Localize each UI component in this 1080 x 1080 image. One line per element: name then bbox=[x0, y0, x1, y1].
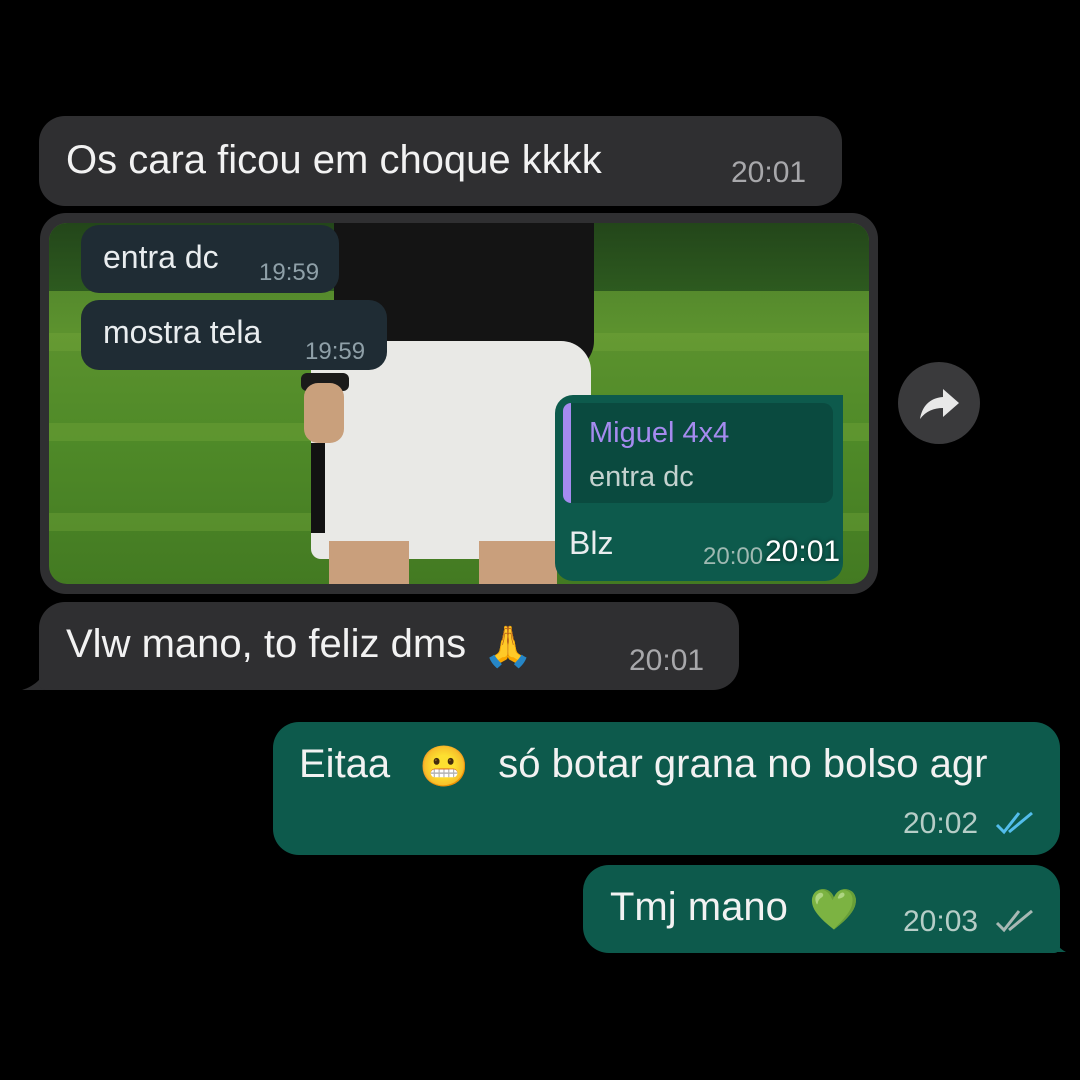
screenshot-message-text: mostra tela bbox=[103, 314, 262, 350]
photo-shorts bbox=[311, 341, 591, 559]
forward-button[interactable] bbox=[898, 362, 980, 444]
incoming-message-bubble[interactable]: Vlw mano, to feliz dms 🙏 20:01 bbox=[39, 602, 739, 690]
screenshot-incoming-bubble: mostra tela 19:59 bbox=[81, 300, 387, 370]
quote-accent-bar bbox=[563, 403, 571, 503]
quote-text: entra dc bbox=[589, 461, 694, 493]
message-text-content: Eitaa bbox=[299, 742, 391, 786]
photo-leg bbox=[479, 541, 557, 584]
screenshot-message-time: 19:59 bbox=[305, 338, 366, 365]
outgoing-message-bubble[interactable]: Tmj mano 💚 20:03 bbox=[583, 865, 1060, 953]
screenshot-message-text: entra dc bbox=[103, 239, 219, 275]
screenshot-quoted-message: Miguel 4x4 entra dc bbox=[563, 403, 833, 503]
message-text-content: Tmj mano bbox=[610, 885, 788, 929]
double-check-icon bbox=[995, 909, 1033, 933]
grimacing-face-emoji: 😬 bbox=[419, 744, 470, 789]
bubble-tail bbox=[1048, 928, 1066, 952]
quote-author: Miguel 4x4 bbox=[589, 417, 730, 449]
message-text-content: Vlw mano, to feliz dms bbox=[66, 622, 467, 666]
image-attachment[interactable]: entra dc 19:59 mostra tela 19:59 Miguel … bbox=[49, 223, 869, 584]
double-check-icon bbox=[995, 811, 1033, 835]
message-text: Eitaa 😬 só botar grana no bolso agr bbox=[299, 742, 987, 790]
message-time: 20:02 bbox=[903, 807, 979, 840]
message-text-content: só botar grana no bolso agr bbox=[498, 742, 988, 786]
green-heart-emoji: 💚 bbox=[808, 887, 859, 932]
screenshot-incoming-bubble: entra dc 19:59 bbox=[81, 225, 339, 293]
screenshot-message-time: 20:00 bbox=[703, 543, 764, 570]
outgoing-message-bubble[interactable]: Eitaa 😬 só botar grana no bolso agr 20:0… bbox=[273, 722, 1060, 855]
forward-arrow-icon bbox=[920, 389, 959, 419]
message-time: 20:01 bbox=[629, 644, 705, 677]
screenshot-message-text: Blz bbox=[569, 525, 614, 561]
photo-hand bbox=[304, 383, 344, 443]
message-text: Tmj mano 💚 bbox=[610, 885, 859, 933]
incoming-message-bubble[interactable]: Os cara ficou em choque kkkk 20:01 bbox=[39, 116, 842, 206]
message-time: 20:01 bbox=[731, 156, 807, 189]
message-text: Vlw mano, to feliz dms 🙏 bbox=[66, 622, 533, 670]
message-time: 20:03 bbox=[903, 905, 979, 938]
photo-shorts-stripe bbox=[311, 443, 325, 533]
photo-leg bbox=[329, 541, 409, 584]
folded-hands-emoji: 🙏 bbox=[483, 624, 534, 669]
message-text: Os cara ficou em choque kkkk bbox=[66, 138, 602, 182]
image-message-time: 20:01 bbox=[765, 535, 841, 568]
screenshot-message-time: 19:59 bbox=[259, 259, 320, 286]
